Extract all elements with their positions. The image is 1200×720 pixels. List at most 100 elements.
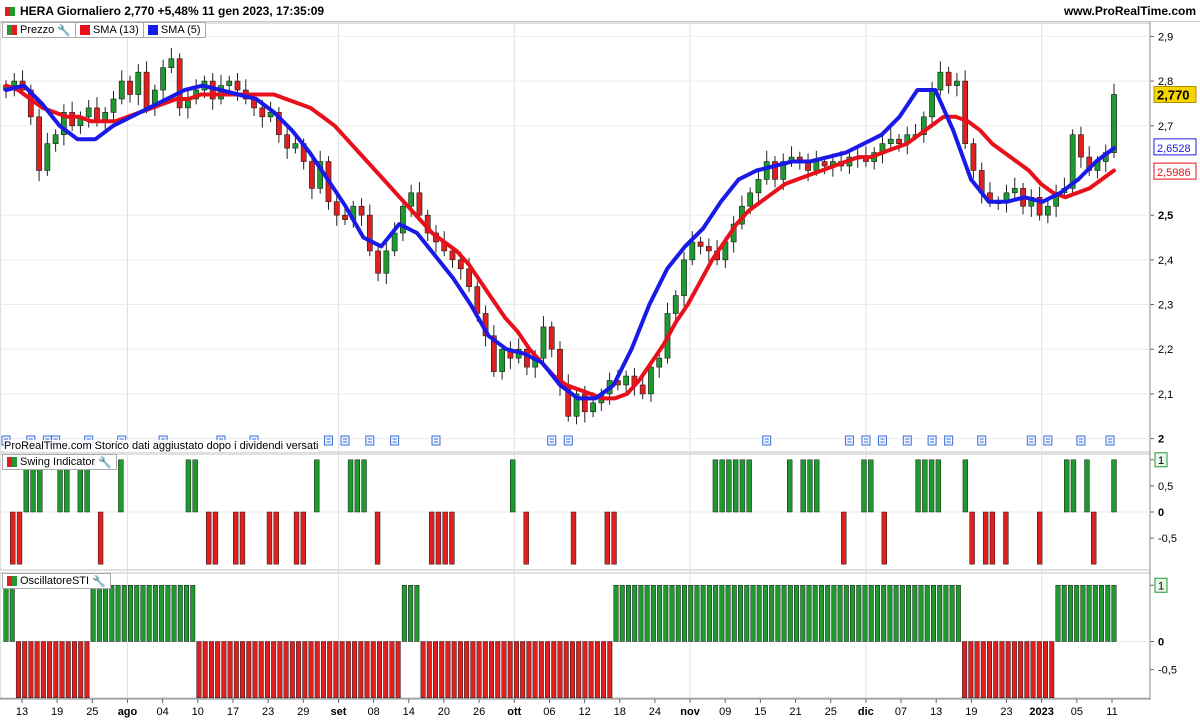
legend-item-sma5[interactable]: SMA (5)	[144, 23, 205, 37]
wrench-icon[interactable]: 🔧	[92, 575, 106, 588]
osc-bar	[818, 585, 824, 642]
event-marker-icon	[944, 435, 954, 446]
candle	[565, 374, 572, 422]
x-tick-label: 17	[227, 706, 239, 718]
candle	[705, 238, 712, 262]
candle	[681, 251, 687, 307]
y-tick-label: 2,9	[1158, 31, 1173, 43]
osc-bar	[1011, 641, 1017, 698]
swing-bar	[314, 459, 320, 513]
candle-body	[887, 138, 894, 144]
x-tick-label: 06	[543, 706, 555, 718]
candle-body	[160, 67, 166, 91]
osc-bar	[34, 641, 40, 698]
swing-bar	[239, 511, 246, 565]
candle-body	[135, 71, 142, 95]
event-marker-icon	[365, 435, 375, 446]
osc-bar	[159, 585, 165, 642]
x-tick-label: 13	[930, 706, 942, 718]
osc-bar	[401, 585, 407, 642]
event-marker-box	[547, 435, 557, 446]
swing-bar	[1111, 459, 1117, 513]
legend-item-osc[interactable]: OscillatoreSTI 🔧	[3, 574, 110, 588]
swing-tick-label: 1	[1158, 455, 1164, 467]
swing-bar	[739, 459, 746, 513]
candle	[52, 129, 59, 152]
osc-bar	[980, 641, 986, 698]
osc-bar	[470, 641, 476, 698]
osc-bar	[96, 585, 102, 642]
x-tick-label: 26	[473, 706, 485, 718]
chart-canvas[interactable]: 2,92,82,72,52,42,32,22,122,7702,65282,59…	[0, 0, 1200, 720]
osc-bar	[837, 585, 843, 642]
legend-item-swing[interactable]: Swing Indicator 🔧	[3, 455, 116, 469]
swing-bar	[841, 511, 847, 565]
swing-bar	[118, 459, 124, 513]
candle	[118, 70, 125, 105]
osc-bar	[240, 641, 246, 698]
swing-bar	[969, 511, 975, 565]
osc-bar	[320, 641, 326, 698]
osc-bar	[1099, 585, 1105, 642]
osc-bar	[376, 641, 382, 698]
osc-bar	[90, 585, 96, 642]
swing-legend: Swing Indicator 🔧	[2, 454, 117, 470]
wrench-icon[interactable]: 🔧	[98, 456, 112, 469]
candle-body	[821, 161, 828, 167]
osc-bar	[271, 641, 277, 698]
swing-bar	[374, 511, 381, 565]
swing-bar	[300, 511, 306, 565]
osc-bar	[781, 585, 787, 642]
osc-bar	[719, 585, 725, 642]
osc-bar	[644, 585, 650, 642]
wrench-icon[interactable]: 🔧	[57, 24, 71, 37]
event-marker-box	[902, 435, 912, 446]
swing-bar	[814, 459, 820, 513]
osc-bar	[358, 641, 364, 698]
osc-bar	[1086, 585, 1092, 642]
osc-bar	[59, 641, 65, 698]
event-marker-icon	[323, 435, 333, 446]
swing-bar	[935, 459, 942, 513]
swing-bar	[922, 459, 928, 513]
candle-body	[747, 192, 754, 207]
swing-bar	[604, 511, 610, 565]
legend-label-prezzo: Prezzo	[20, 24, 55, 36]
osc-bar	[1018, 641, 1024, 698]
x-tick-label: 23	[1000, 706, 1012, 718]
osc-bar	[395, 641, 401, 698]
x-tick-label: 15	[754, 706, 766, 718]
osc-bar	[744, 585, 750, 642]
swing-bar	[982, 511, 989, 565]
osc-bar	[762, 585, 768, 642]
event-marker-icon	[340, 435, 350, 446]
event-marker-icon	[563, 435, 573, 446]
swing-bar	[1091, 511, 1097, 565]
osc-bar	[955, 585, 961, 642]
candle-body	[945, 71, 952, 86]
osc-bar	[856, 585, 862, 642]
legend-item-prezzo[interactable]: Prezzo 🔧	[3, 23, 76, 37]
osc-bar	[738, 585, 744, 642]
osc-bar	[843, 585, 849, 642]
osc-bar	[532, 641, 538, 698]
osc-bar	[513, 641, 519, 698]
legend-item-sma13[interactable]: SMA (13)	[76, 23, 144, 37]
osc-bar	[171, 585, 177, 642]
osc-bar	[812, 585, 818, 642]
x-tick-label: 14	[403, 706, 415, 718]
candle	[970, 138, 977, 179]
osc-bar	[563, 641, 569, 698]
event-marker-icon	[977, 435, 987, 446]
osc-bar	[551, 641, 557, 698]
osc-bar	[53, 641, 59, 698]
osc-bar	[308, 641, 314, 698]
candle-body	[937, 71, 944, 91]
osc-bar	[264, 641, 270, 698]
x-tick-label: set	[330, 706, 346, 718]
candle	[143, 61, 150, 114]
prezzo-swatch	[7, 25, 17, 35]
osc-bar	[794, 585, 800, 642]
candle-body	[672, 295, 679, 314]
candle-body	[333, 201, 340, 216]
